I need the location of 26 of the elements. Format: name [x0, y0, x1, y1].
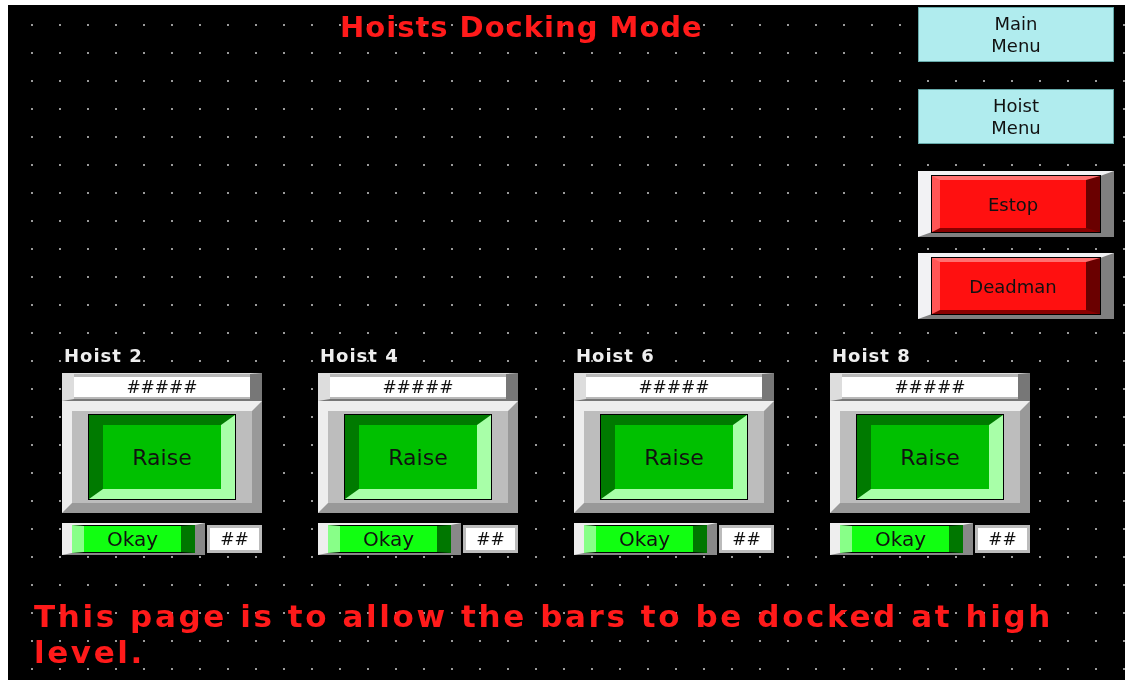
menu-button[interactable]: Hoist Menu — [918, 89, 1114, 145]
status-indicator: Okay — [62, 523, 205, 555]
menu-button[interactable]: Main Menu — [918, 7, 1114, 63]
screen-title: Hoists Docking Mode — [339, 9, 703, 45]
value-readout: ##### — [586, 376, 762, 397]
status-indicator: Okay — [318, 523, 461, 555]
raise-button[interactable]: Raise — [89, 415, 235, 499]
value-readout: ##### — [842, 376, 1018, 397]
hoist-name: Hoist 6 — [575, 344, 656, 368]
alarm-button[interactable]: Estop — [918, 171, 1114, 238]
count-readout: ## — [719, 525, 774, 553]
value-readout: ##### — [74, 376, 250, 397]
raise-button[interactable]: Raise — [857, 415, 1003, 499]
alarm-button[interactable]: Deadman — [918, 253, 1114, 319]
info-message: This page is to allow the bars to be docked at high level. — [33, 598, 1054, 672]
count-readout: ## — [463, 525, 518, 553]
raise-button[interactable]: Raise — [345, 415, 491, 499]
status-indicator: Okay — [830, 523, 973, 555]
status-indicator: Okay — [574, 523, 717, 555]
hoist-name: Hoist 2 — [63, 344, 144, 368]
count-readout: ## — [975, 525, 1030, 553]
count-readout: ## — [207, 525, 262, 553]
hoist-name: Hoist 4 — [319, 344, 400, 368]
raise-button[interactable]: Raise — [601, 415, 747, 499]
hoist-name: Hoist 8 — [831, 344, 912, 368]
value-readout: ##### — [330, 376, 506, 397]
